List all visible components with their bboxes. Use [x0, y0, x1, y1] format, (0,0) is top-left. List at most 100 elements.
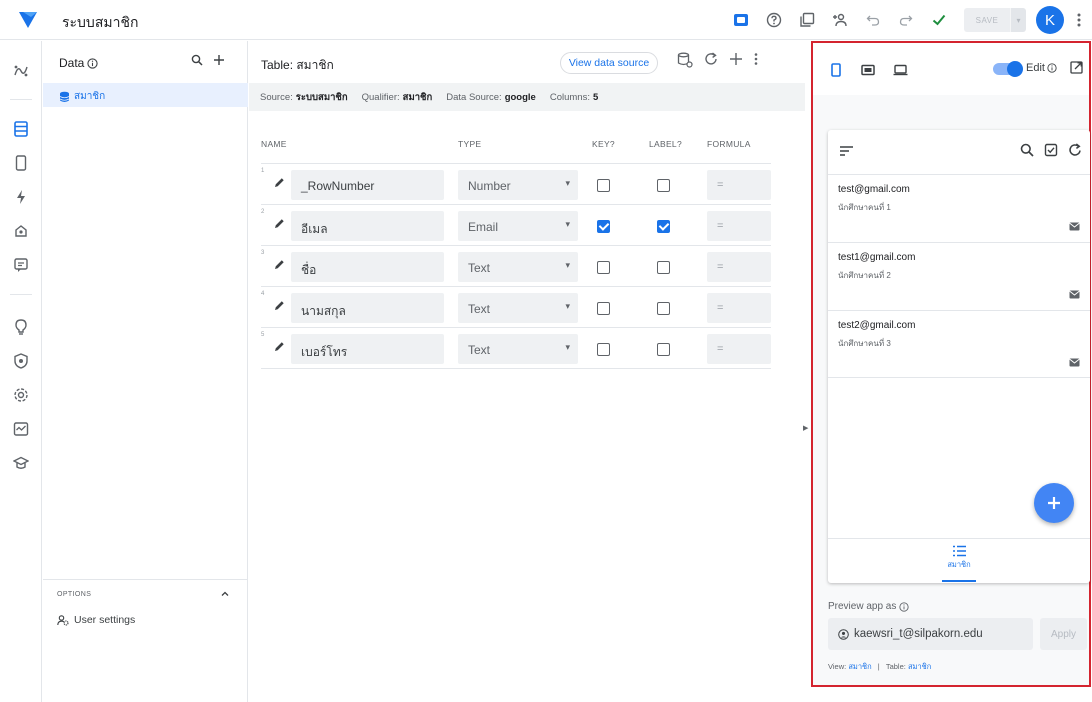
- tablet-device-icon[interactable]: [857, 59, 879, 81]
- key-checkbox[interactable]: [597, 302, 610, 315]
- collapse-arrow-icon[interactable]: ▶: [803, 424, 808, 432]
- formula-field[interactable]: =: [707, 170, 771, 200]
- mail-icon[interactable]: [1069, 358, 1080, 367]
- copy-app-icon[interactable]: [794, 7, 820, 33]
- formula-field[interactable]: =: [707, 334, 771, 364]
- automation-nav-icon[interactable]: [8, 218, 34, 244]
- edit-pencil-icon[interactable]: [274, 177, 285, 188]
- add-table-icon[interactable]: [213, 54, 225, 66]
- label-checkbox[interactable]: [657, 302, 670, 315]
- key-checkbox[interactable]: [597, 343, 610, 356]
- save-dropdown-button[interactable]: ▾: [1010, 8, 1026, 32]
- add-record-fab[interactable]: [1034, 483, 1074, 523]
- table-list-item[interactable]: สมาชิก: [43, 83, 248, 107]
- phone-preview: test@gmail.com นักศึกษาคนที่ 1 test1@gma…: [828, 130, 1090, 583]
- help-icon[interactable]: [761, 7, 787, 33]
- view-data-source-button[interactable]: View data source: [560, 52, 658, 74]
- more-menu-icon[interactable]: [1066, 12, 1092, 28]
- column-type-select[interactable]: Text ▾: [458, 252, 578, 282]
- key-checkbox[interactable]: [597, 220, 610, 233]
- learn-icon[interactable]: [8, 450, 34, 476]
- undo-icon[interactable]: [860, 7, 886, 33]
- column-type-select[interactable]: Email ▾: [458, 211, 578, 241]
- redo-icon[interactable]: [893, 7, 919, 33]
- select-checkbox-icon[interactable]: [1044, 143, 1058, 157]
- user-settings-link[interactable]: User settings: [57, 614, 135, 626]
- label-checkbox[interactable]: [657, 179, 670, 192]
- label-checkbox[interactable]: [657, 220, 670, 233]
- label-checkbox[interactable]: [657, 261, 670, 274]
- appsheet-logo-icon[interactable]: [17, 8, 39, 30]
- info-icon[interactable]: [1047, 63, 1057, 73]
- views-nav-icon[interactable]: [8, 150, 34, 176]
- edit-pencil-icon[interactable]: [274, 341, 285, 352]
- column-type-select[interactable]: Number ▾: [458, 170, 578, 200]
- column-name-field[interactable]: อีเมล: [291, 211, 444, 241]
- lightbulb-icon[interactable]: [8, 314, 34, 340]
- column-name-field[interactable]: ชื่อ: [291, 252, 444, 282]
- actions-nav-icon[interactable]: [8, 184, 34, 210]
- info-icon[interactable]: [87, 57, 98, 69]
- label-checkbox[interactable]: [657, 343, 670, 356]
- list-item[interactable]: test2@gmail.com นักศึกษาคนที่ 3: [828, 310, 1090, 378]
- monitor-icon[interactable]: [8, 416, 34, 442]
- app-flow-icon[interactable]: [8, 58, 34, 84]
- source-label: Source:: [260, 91, 293, 103]
- edit-pencil-icon[interactable]: [274, 300, 285, 311]
- security-shield-icon[interactable]: [8, 348, 34, 374]
- table-row: 1 _RowNumber Number ▾ =: [261, 163, 771, 204]
- formula-field[interactable]: =: [707, 252, 771, 282]
- regenerate-schema-icon[interactable]: [677, 52, 693, 68]
- options-label: OPTIONS: [57, 591, 92, 598]
- sync-icon[interactable]: [1068, 143, 1082, 157]
- columns-label: Columns:: [549, 91, 590, 103]
- mail-icon[interactable]: [1069, 290, 1080, 299]
- key-checkbox[interactable]: [597, 261, 610, 274]
- intelligence-nav-icon[interactable]: [8, 252, 34, 278]
- edit-pencil-icon[interactable]: [274, 259, 285, 270]
- formula-field[interactable]: =: [707, 211, 771, 241]
- desktop-device-icon[interactable]: [889, 59, 911, 81]
- search-icon[interactable]: [1020, 143, 1034, 157]
- column-type-select[interactable]: Text ▾: [458, 293, 578, 323]
- add-column-icon[interactable]: [729, 52, 743, 68]
- mail-icon[interactable]: [1069, 222, 1080, 231]
- apply-button[interactable]: Apply: [1040, 618, 1087, 650]
- phone-device-icon[interactable]: [825, 59, 847, 81]
- sort-menu-icon[interactable]: [840, 146, 853, 156]
- edit-mode-toggle[interactable]: [993, 61, 1023, 77]
- refresh-icon[interactable]: [704, 52, 718, 68]
- list-item[interactable]: test@gmail.com นักศึกษาคนที่ 1: [828, 174, 1090, 242]
- check-icon[interactable]: [926, 7, 952, 33]
- column-name-field[interactable]: นามสกุล: [291, 293, 444, 323]
- chevron-up-icon[interactable]: [220, 589, 230, 599]
- top-bar: ระบบสมาชิก SAVE ▾ K: [0, 0, 1092, 40]
- preview-as-input[interactable]: kaewsri_t@silpakorn.edu: [828, 618, 1033, 650]
- key-checkbox[interactable]: [597, 179, 610, 192]
- data-source-value: google: [504, 91, 536, 103]
- footer-table-link[interactable]: สมาชิก: [908, 662, 931, 671]
- column-name-field[interactable]: เบอร์โทร: [291, 334, 444, 364]
- more-options-icon[interactable]: [754, 52, 758, 68]
- preview-app-icon[interactable]: [728, 7, 754, 33]
- data-nav-icon[interactable]: [8, 116, 34, 142]
- avatar[interactable]: K: [1036, 6, 1064, 34]
- row-number: 3: [261, 250, 265, 256]
- row-number: 1: [261, 168, 265, 174]
- columns-info: Columns: 5: [550, 92, 598, 103]
- column-type-select[interactable]: Text ▾: [458, 334, 578, 364]
- column-name-field[interactable]: _RowNumber: [291, 170, 444, 200]
- list-item[interactable]: test1@gmail.com นักศึกษาคนที่ 2: [828, 242, 1090, 310]
- info-icon[interactable]: [899, 601, 909, 612]
- footer-view-link[interactable]: สมาชิก: [848, 662, 871, 671]
- active-tab-indicator: [942, 580, 976, 582]
- open-in-new-icon[interactable]: [1070, 61, 1083, 74]
- formula-field[interactable]: =: [707, 293, 771, 323]
- nav-tab-members[interactable]: สมาชิก: [934, 545, 984, 571]
- footer-table-label: Table:: [885, 662, 906, 671]
- search-icon[interactable]: [191, 54, 203, 66]
- save-button[interactable]: SAVE: [964, 8, 1010, 32]
- share-icon[interactable]: [827, 7, 853, 33]
- edit-pencil-icon[interactable]: [274, 218, 285, 229]
- settings-gear-icon[interactable]: [8, 382, 34, 408]
